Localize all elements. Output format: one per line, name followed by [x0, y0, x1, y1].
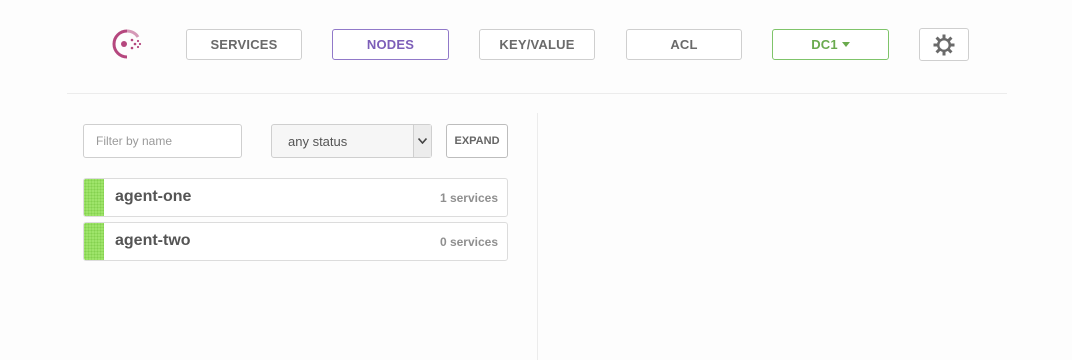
status-passing-indicator [84, 223, 104, 260]
expand-label: EXPAND [454, 135, 500, 147]
node-services-count: 0 services [439, 235, 498, 249]
status-passing-indicator [84, 179, 104, 216]
nav-keyvalue-label: KEY/VALUE [499, 37, 575, 52]
datacenter-label: DC1 [811, 37, 838, 52]
gear-icon [933, 34, 955, 55]
status-select-value: any status [288, 134, 348, 149]
settings-button[interactable] [919, 28, 969, 61]
node-name: agent-one [115, 188, 192, 205]
filter-by-name-input[interactable] [83, 124, 242, 158]
datacenter-dropdown[interactable]: DC1 [772, 29, 889, 60]
header-divider [67, 93, 1007, 94]
nav-services-label: SERVICES [210, 37, 278, 52]
nav-nodes-button[interactable]: NODES [332, 29, 449, 60]
node-services-count: 1 services [439, 191, 498, 205]
nav-acl-label: ACL [670, 37, 698, 52]
nav-nodes-label: NODES [366, 37, 415, 52]
node-row-agent-two[interactable]: agent-two 0 services [83, 222, 508, 261]
expand-button[interactable]: EXPAND [446, 124, 508, 158]
column-divider [537, 113, 538, 360]
chevron-down-icon[interactable] [413, 125, 431, 157]
nav-acl-button[interactable]: ACL [626, 29, 742, 60]
node-row-agent-one[interactable]: agent-one 1 services [83, 178, 508, 217]
caret-down-icon [841, 42, 850, 47]
nav-keyvalue-button[interactable]: KEY/VALUE [479, 29, 595, 60]
node-name: agent-two [115, 232, 191, 249]
consul-logo[interactable] [110, 27, 144, 61]
nav-services-button[interactable]: SERVICES [186, 29, 302, 60]
top-navigation: SERVICES NODES KEY/VALUE ACL DC1 [0, 0, 1072, 94]
status-select[interactable]: any status [271, 124, 432, 158]
